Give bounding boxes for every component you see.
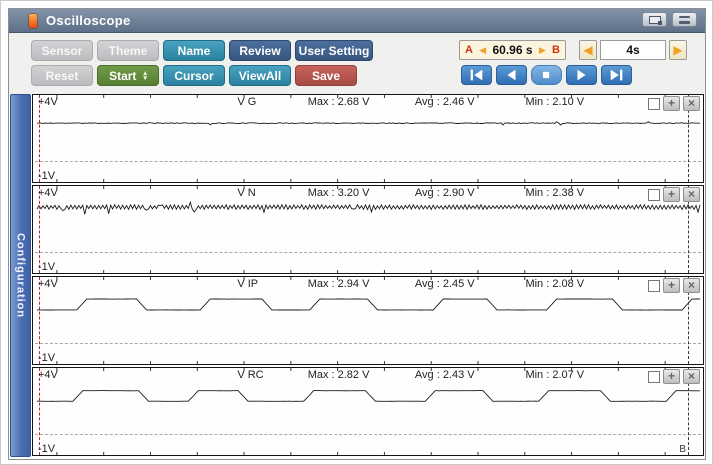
channel-close-button[interactable]: ×: [683, 278, 700, 293]
channel-avg-value: Avg : 2.46 V: [415, 96, 475, 108]
oscilloscope-window: Oscilloscope Sensor Theme Name Review Us…: [8, 8, 706, 460]
top-voltage-label: +4V: [38, 187, 58, 199]
stop-icon: [538, 66, 555, 84]
channel-add-button[interactable]: +: [663, 278, 680, 293]
name-button[interactable]: Name: [163, 40, 225, 61]
step-back-button[interactable]: [496, 65, 527, 85]
step-back-icon: [503, 66, 520, 84]
scope-area: Configuration +4V -1V V G Max : 2.68 V A…: [9, 94, 705, 459]
right-arrow-icon: ▶: [673, 43, 682, 57]
channel-max-value: Max : 2.82 V: [308, 369, 370, 381]
monitor-capture-icon: [649, 16, 661, 24]
theme-button[interactable]: Theme: [97, 40, 159, 61]
waveform-plot: [33, 368, 703, 455]
window-title: Oscilloscope: [46, 13, 131, 28]
zero-volt-gridline: [35, 252, 701, 253]
zero-volt-gridline: [35, 343, 701, 344]
channel-min-value: Min : 2.08 V: [525, 278, 584, 290]
bottom-voltage-label: -1V: [38, 443, 55, 455]
cursor-a-line[interactable]: [39, 277, 40, 364]
capture-window-button[interactable]: [642, 12, 667, 27]
channel-name: V G: [237, 96, 256, 108]
zero-volt-gridline: [35, 434, 701, 435]
skip-end-button[interactable]: [601, 65, 632, 85]
ab-time-readout: A ◀ 60.96 s ▶ B: [459, 40, 566, 60]
channel-avg-value: Avg : 2.43 V: [415, 369, 475, 381]
stop-button[interactable]: [531, 65, 562, 85]
channel-close-button[interactable]: ×: [683, 369, 700, 384]
timebase-increase-button[interactable]: ▶: [669, 40, 687, 60]
bottom-voltage-label: -1V: [38, 352, 55, 364]
timebase-value[interactable]: 4s: [600, 40, 666, 60]
channel-add-button[interactable]: +: [663, 96, 680, 111]
viewall-button[interactable]: ViewAll: [229, 65, 291, 86]
channel-avg-value: Avg : 2.90 V: [415, 187, 475, 199]
review-button[interactable]: Review: [229, 40, 291, 61]
title-bar[interactable]: Oscilloscope: [9, 9, 705, 33]
cursor-a-line[interactable]: [39, 186, 40, 273]
timebase-decrease-button[interactable]: ◀: [579, 40, 597, 60]
cursor-b-label: B: [552, 44, 560, 56]
channel-panel-vip: +4V -1V V IP Max : 2.94 V Avg : 2.45 V M…: [32, 276, 704, 365]
cursor-a-line[interactable]: [39, 368, 40, 455]
channel-add-button[interactable]: +: [663, 369, 680, 384]
ab-delta-time: 60.96 s: [492, 43, 532, 57]
channel-add-button[interactable]: +: [663, 187, 680, 202]
channel-max-value: Max : 2.94 V: [308, 278, 370, 290]
skip-end-icon: [608, 66, 625, 84]
top-voltage-label: +4V: [38, 369, 58, 381]
channel-min-value: Min : 2.38 V: [525, 187, 584, 199]
channel-select-checkbox[interactable]: [648, 371, 660, 383]
configuration-tab-label: Configuration: [15, 233, 27, 318]
reset-button[interactable]: Reset: [31, 65, 93, 86]
channel-close-button[interactable]: ×: [683, 96, 700, 111]
sensor-button[interactable]: Sensor: [31, 40, 93, 61]
channel-select-checkbox[interactable]: [648, 280, 660, 292]
play-icon: [573, 66, 590, 84]
start-button-label: Start: [109, 69, 136, 83]
cursor-a-line[interactable]: [39, 95, 40, 182]
waveform-plot: [33, 95, 703, 182]
channel-max-value: Max : 2.68 V: [308, 96, 370, 108]
channel-close-button[interactable]: ×: [683, 187, 700, 202]
channel-max-value: Max : 3.20 V: [308, 187, 370, 199]
skip-start-button[interactable]: [461, 65, 492, 85]
channel-min-value: Min : 2.10 V: [525, 96, 584, 108]
channel-min-value: Min : 2.07 V: [525, 369, 584, 381]
left-arrow-icon: ◀: [583, 43, 592, 57]
channel-select-checkbox[interactable]: [648, 189, 660, 201]
waveform-plot: [33, 186, 703, 273]
transport-controls: [461, 65, 632, 85]
a-left-arrow-icon[interactable]: ◀: [479, 45, 486, 56]
channel-panel-vn: +4V -1V V N Max : 3.20 V Avg : 2.90 V Mi…: [32, 185, 704, 274]
channel-select-checkbox[interactable]: [648, 98, 660, 110]
bottom-voltage-label: -1V: [38, 170, 55, 182]
zero-volt-gridline: [35, 161, 701, 162]
channel-avg-value: Avg : 2.45 V: [415, 278, 475, 290]
bottom-voltage-label: -1V: [38, 261, 55, 273]
b-right-arrow-icon[interactable]: ▶: [539, 45, 546, 56]
start-button[interactable]: Start ▴▾: [97, 65, 159, 86]
top-voltage-label: +4V: [38, 278, 58, 290]
channel-name: V IP: [237, 278, 258, 290]
top-voltage-label: +4V: [38, 96, 58, 108]
cursor-a-label: A: [465, 44, 473, 56]
channel-name: V N: [237, 187, 255, 199]
channel-panel-vrc: +4V -1V V RC Max : 2.82 V Avg : 2.43 V M…: [32, 367, 704, 456]
channel-panel-vg: +4V -1V V G Max : 2.68 V Avg : 2.46 V Mi…: [32, 94, 704, 183]
start-spinner-icon: ▴▾: [143, 71, 147, 81]
channel-name: V RC: [237, 369, 263, 381]
configuration-tab[interactable]: Configuration: [10, 94, 31, 457]
waveform-plot: [33, 277, 703, 364]
cursor-b-marker-label: B: [679, 444, 686, 455]
app-icon: [29, 14, 37, 28]
play-button[interactable]: [566, 65, 597, 85]
layout-button[interactable]: [672, 12, 697, 27]
layout-bars-icon: [679, 16, 690, 24]
save-button[interactable]: Save: [295, 65, 357, 86]
user-setting-button[interactable]: User Setting: [295, 40, 373, 61]
cursor-button[interactable]: Cursor: [163, 65, 225, 86]
skip-start-icon: [468, 66, 485, 84]
